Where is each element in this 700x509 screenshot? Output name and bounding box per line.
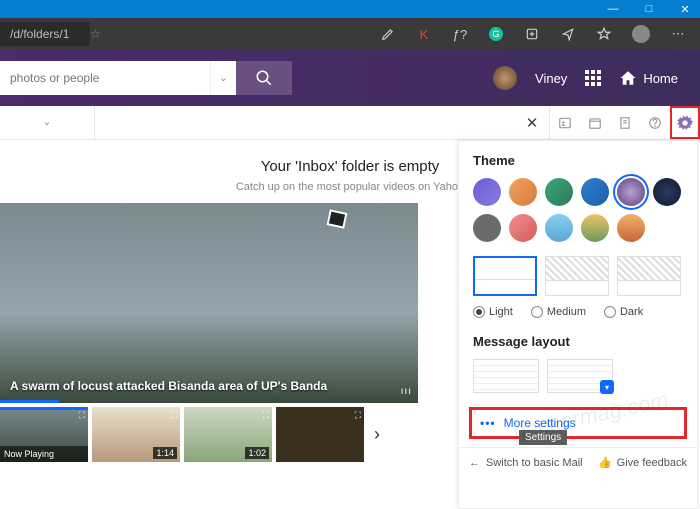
radio-medium[interactable]: Medium	[531, 306, 586, 318]
now-playing-label: Now Playing	[0, 446, 88, 462]
thumbnail-now-playing[interactable]: ⛶ Now Playing	[0, 407, 88, 462]
settings-tooltip: Settings	[519, 430, 567, 445]
search-group: ⌄	[0, 61, 292, 95]
username-label: Viney	[535, 71, 567, 86]
video-caption: A swarm of locust attacked Bisanda area …	[10, 379, 408, 393]
fx-icon[interactable]: ƒ?	[452, 26, 468, 42]
window-close[interactable]: ✕	[678, 3, 692, 16]
feedback-link[interactable]: 👍 Give feedback	[598, 456, 687, 469]
settings-gear-icon[interactable]	[677, 115, 693, 131]
close-panel-x[interactable]: ✕	[515, 114, 549, 132]
video-player[interactable]: A swarm of locust attacked Bisanda area …	[0, 203, 418, 403]
user-avatar[interactable]	[493, 66, 517, 90]
toolbar-dropdown[interactable]: ⌄	[0, 106, 95, 139]
more-settings-link-highlight: ••• More settings	[469, 407, 687, 439]
back-arrow-icon: ←	[469, 457, 480, 469]
panel-footer: Settings ← Switch to basic Mail 👍 Give f…	[459, 447, 697, 477]
favorite-star-icon[interactable]: ☆	[90, 27, 101, 41]
k-extension-icon[interactable]: K	[416, 26, 432, 42]
help-icon[interactable]	[640, 106, 670, 139]
switch-basic-link[interactable]: Switch to basic Mail	[486, 457, 583, 469]
more-settings-link[interactable]: More settings	[504, 416, 576, 430]
theme-swatch-nature[interactable]	[581, 214, 609, 242]
window-titlebar: — □ ✕	[0, 0, 700, 18]
theme-swatch-sunset[interactable]	[617, 214, 645, 242]
thumbs-up-icon: 👍	[598, 456, 612, 469]
layout-dark[interactable]	[617, 256, 681, 296]
message-layout-heading: Message layout	[473, 334, 683, 349]
layout-light[interactable]	[473, 256, 537, 296]
message-layout-2[interactable]	[547, 359, 613, 393]
duration-label: 1:14	[153, 447, 177, 459]
browser-profile-avatar[interactable]	[632, 25, 650, 43]
message-layout-1[interactable]	[473, 359, 539, 393]
pen-icon[interactable]	[380, 26, 396, 42]
browser-menu-icon[interactable]: ⋯	[670, 26, 686, 42]
expand-icon[interactable]: ⛶	[263, 410, 269, 421]
expand-icon[interactable]: ⛶	[79, 410, 85, 421]
notepad-icon[interactable]	[610, 106, 640, 139]
density-layouts	[473, 256, 683, 296]
theme-swatch-violet-selected[interactable]	[617, 178, 645, 206]
theme-swatch-green[interactable]	[545, 178, 573, 206]
grammarly-icon[interactable]: G	[488, 26, 504, 42]
home-label: Home	[643, 71, 678, 86]
home-link[interactable]: Home	[619, 69, 678, 87]
favorites-icon[interactable]	[596, 26, 612, 42]
content-area: Your 'Inbox' folder is empty Catch up on…	[0, 140, 700, 509]
theme-swatch-gray[interactable]	[473, 214, 501, 242]
toolbar-icons	[549, 106, 700, 139]
theme-swatch-purple[interactable]	[473, 178, 501, 206]
search-input[interactable]	[0, 61, 210, 95]
settings-button-highlight	[670, 106, 700, 139]
app-header: ⌄ Viney Home	[0, 50, 700, 106]
contacts-icon[interactable]	[550, 106, 580, 139]
url-box[interactable]: /d/folders/1	[0, 22, 90, 46]
theme-swatch-sky[interactable]	[545, 214, 573, 242]
duration-label: 1:02	[245, 447, 269, 459]
mail-toolbar: ⌄ ✕	[0, 106, 700, 140]
video-progress[interactable]	[0, 400, 59, 403]
expand-icon[interactable]: ⛶	[171, 410, 177, 421]
radio-light[interactable]: Light	[473, 306, 513, 318]
radio-dark[interactable]: Dark	[604, 306, 643, 318]
theme-swatch-orange[interactable]	[509, 178, 537, 206]
ellipsis-icon: •••	[480, 416, 496, 430]
video-controls-icon[interactable]: ııı	[401, 386, 412, 397]
density-radios: Light Medium Dark	[473, 306, 683, 318]
browser-extensions: K ƒ? G ⋯	[366, 25, 700, 43]
expand-icon[interactable]: ⛶	[355, 410, 361, 421]
search-button[interactable]	[236, 61, 292, 95]
next-thumbnails-button[interactable]: ›	[368, 424, 386, 445]
theme-swatches	[473, 178, 683, 242]
home-icon	[619, 69, 637, 87]
layout-medium[interactable]	[545, 256, 609, 296]
collections-icon[interactable]	[524, 26, 540, 42]
theme-swatch-coral[interactable]	[509, 214, 537, 242]
theme-heading: Theme	[473, 153, 683, 168]
header-right: Viney Home	[493, 66, 700, 90]
search-dropdown[interactable]: ⌄	[210, 61, 236, 95]
calendar-icon[interactable]	[580, 106, 610, 139]
apps-grid-icon[interactable]	[585, 70, 601, 86]
feedback-label: Give feedback	[617, 457, 687, 469]
video-badge-icon	[327, 209, 348, 228]
window-minimize[interactable]: —	[606, 3, 620, 15]
thumbnail-2[interactable]: ⛶ 1:14	[92, 407, 180, 462]
thumbnail-4[interactable]: ⛶	[276, 407, 364, 462]
message-layouts	[473, 359, 683, 393]
share-icon[interactable]	[560, 26, 576, 42]
theme-swatch-blue[interactable]	[581, 178, 609, 206]
thumbnail-3[interactable]: ⛶ 1:02	[184, 407, 272, 462]
settings-panel: Theme Light Medium	[458, 140, 698, 509]
browser-toolbar: /d/folders/1 ☆ K ƒ? G ⋯	[0, 18, 700, 50]
theme-swatch-navy[interactable]	[653, 178, 681, 206]
url-fragment: /d/folders/1	[10, 27, 69, 41]
window-maximize[interactable]: □	[642, 3, 656, 15]
